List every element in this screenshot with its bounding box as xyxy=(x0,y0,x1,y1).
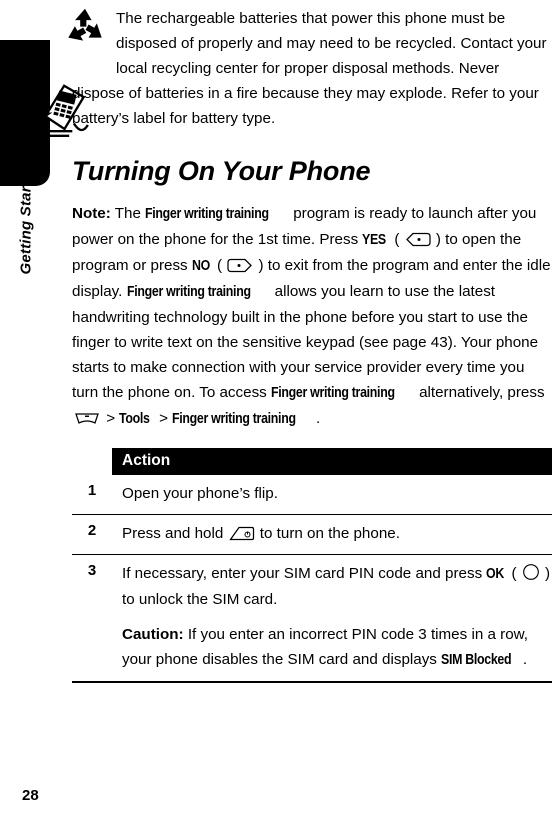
caution-label: Caution: xyxy=(122,626,184,643)
note-text-1: The xyxy=(110,205,146,222)
step-text-1: Open your phone’s flip. xyxy=(122,485,278,502)
caution-block: Caution: If you enter an incorrect PIN c… xyxy=(122,622,552,673)
table-bottom-rule-left xyxy=(72,681,112,684)
ui-term-finger-writing-training-2: Finger writing training xyxy=(126,284,251,300)
ui-term-finger-writing-training-3: Finger writing training xyxy=(270,385,395,401)
right-soft-key-icon xyxy=(227,258,253,273)
step-3-text-2: ( xyxy=(507,565,521,582)
sidebar-tab-label: Getting Started xyxy=(17,163,35,275)
table-header-action: Action xyxy=(112,448,552,475)
ui-term-no: NO xyxy=(191,258,210,274)
table-header-row: Action xyxy=(72,448,552,475)
left-soft-key-icon xyxy=(405,232,431,247)
menu-key-icon xyxy=(75,413,99,424)
intro-paragraph: The rechargeable batteries that power th… xyxy=(72,10,547,127)
page-content: The rechargeable batteries that power th… xyxy=(72,0,552,818)
ui-term-ok: OK xyxy=(486,566,505,582)
table-header-spacer xyxy=(72,448,112,475)
page-number: 28 xyxy=(22,787,39,804)
note-paragraph: Note: The Finger writing training progra… xyxy=(72,201,552,432)
caution-text-2: . xyxy=(522,651,528,668)
note-text-8: alternatively, press xyxy=(414,384,545,401)
page-title: Turning On Your Phone xyxy=(72,156,371,186)
table-row: 2 Press and hold to turn on the phone. xyxy=(72,514,552,555)
action-table: Action 1 Open your phone’s flip. 2 Press… xyxy=(72,448,552,684)
note-text-9: > xyxy=(102,410,120,427)
step-text-2: Press and hold to turn on the phone. xyxy=(112,514,552,555)
note-text-10: > xyxy=(154,410,173,427)
note-text-3: ( xyxy=(390,231,404,248)
step-number-3: 3 xyxy=(72,554,112,682)
ui-term-yes: YES xyxy=(362,232,387,248)
note-text-11: . xyxy=(316,410,321,427)
ui-term-finger-writing-training-4: Finger writing training xyxy=(172,411,296,427)
ok-key-icon xyxy=(522,564,539,580)
step-number-2: 2 xyxy=(72,514,112,555)
icon-float-spacer xyxy=(72,0,116,66)
ui-term-sim-blocked: SIM Blocked xyxy=(441,652,512,668)
step-number-1: 1 xyxy=(87,482,97,499)
ui-term-tools: Tools xyxy=(119,411,150,427)
table-row: 1 Open your phone’s flip. xyxy=(72,475,552,515)
note-label: Note: xyxy=(72,205,111,222)
table-row: 3 If necessary, enter your SIM card PIN … xyxy=(72,554,552,682)
step-2-text-2: to turn on the phone. xyxy=(255,525,400,542)
table-bottom-rule-right xyxy=(112,681,552,684)
table-bottom-rule xyxy=(72,681,552,684)
note-text-5: ( xyxy=(212,257,227,274)
step-2-text-1: Press and hold xyxy=(122,525,228,542)
ui-term-finger-writing-training-1: Finger writing training xyxy=(145,206,269,222)
power-key-icon xyxy=(228,526,254,541)
step-text-3: If necessary, enter your SIM card PIN co… xyxy=(112,554,552,682)
step-3-text-1: If necessary, enter your SIM card PIN co… xyxy=(122,565,487,582)
step-3-main-text: If necessary, enter your SIM card PIN co… xyxy=(122,561,552,612)
